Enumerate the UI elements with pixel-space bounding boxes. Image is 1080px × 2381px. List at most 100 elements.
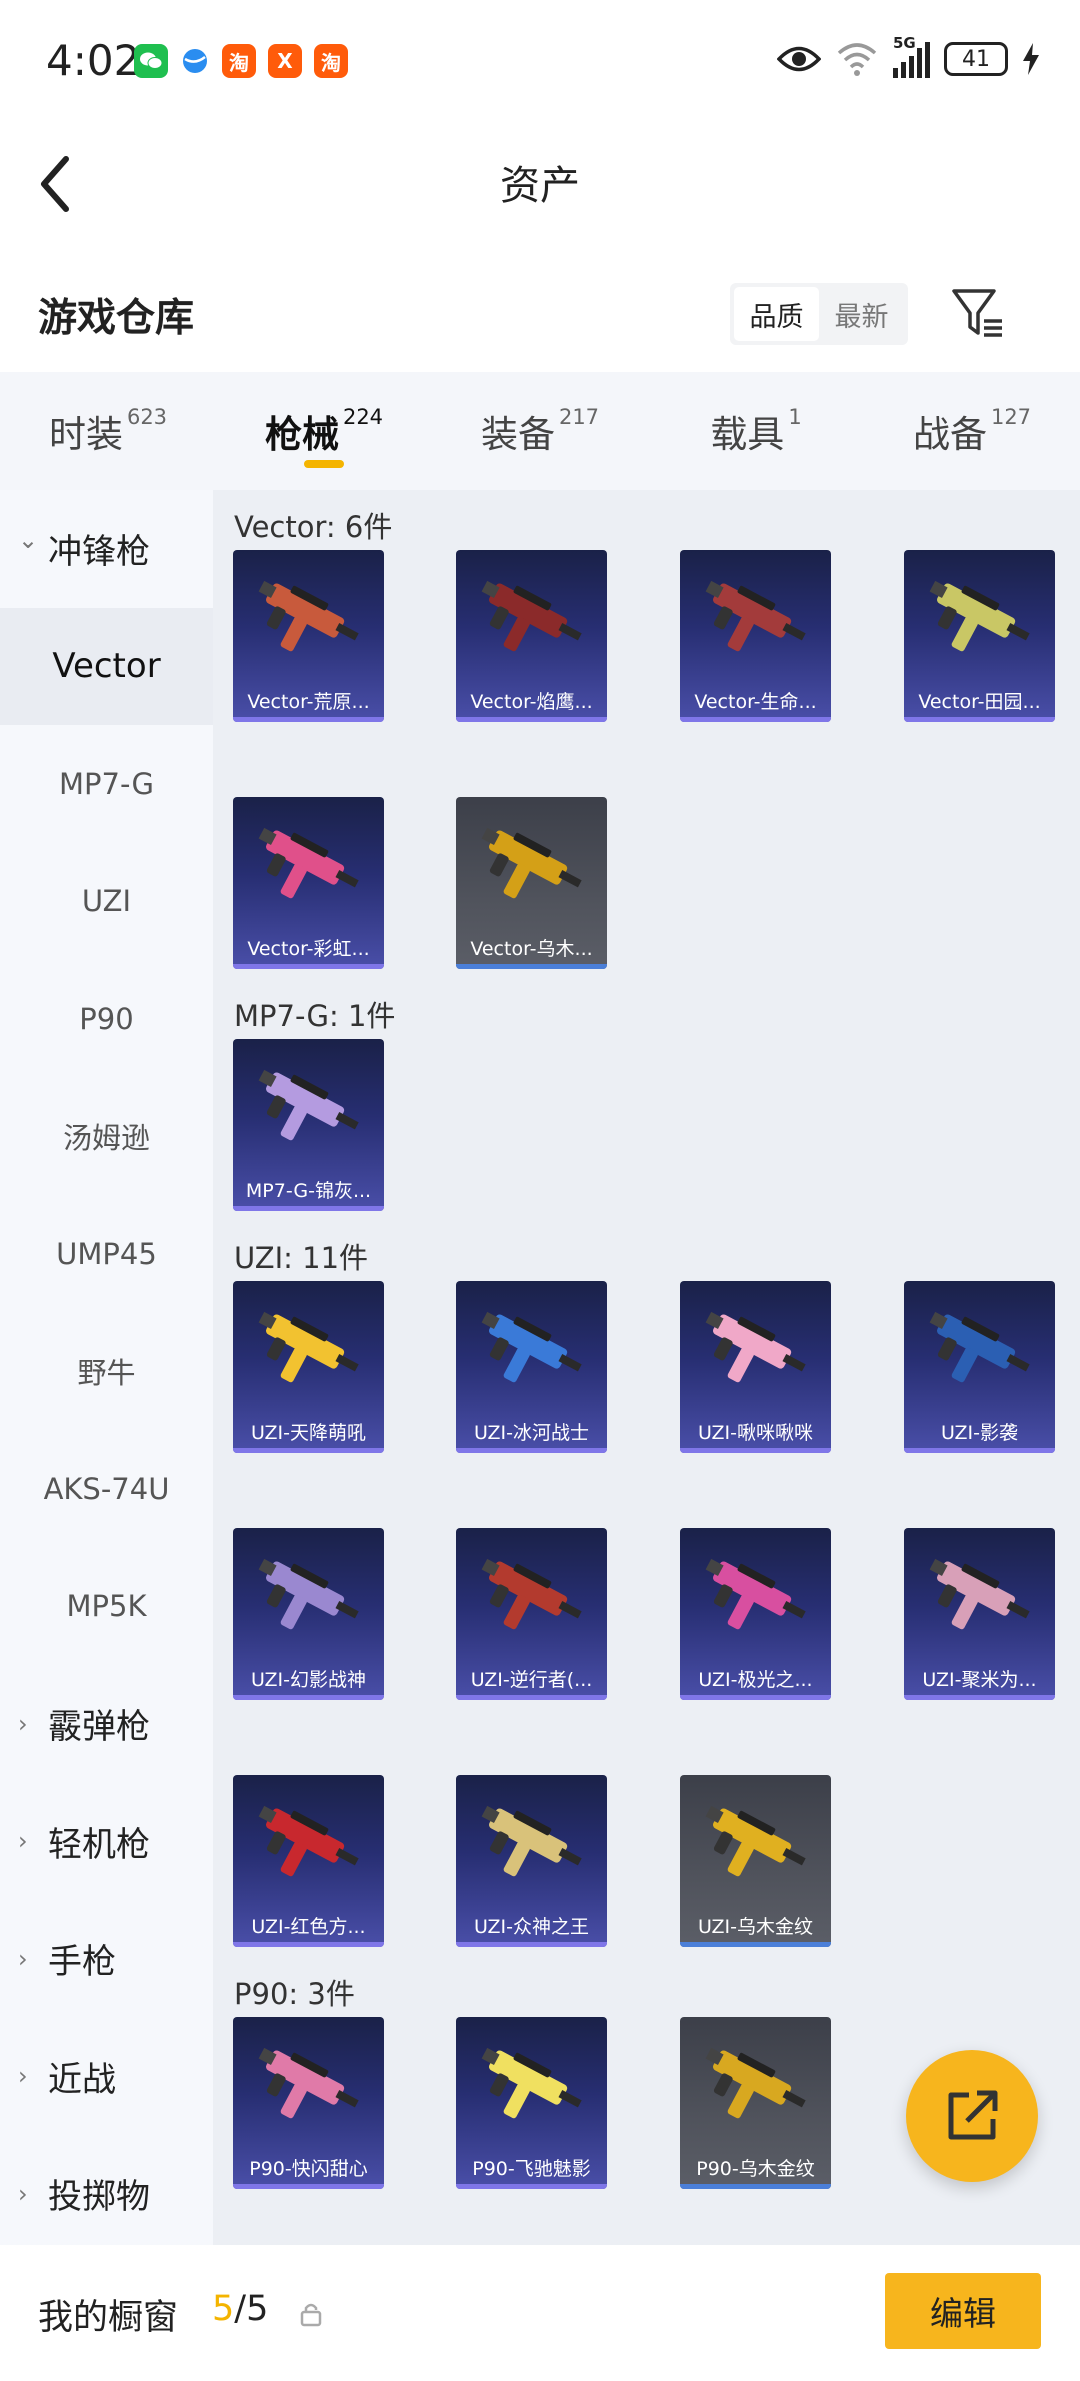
weapon-icon (929, 1311, 1030, 1383)
filter-icon[interactable] (950, 285, 1006, 341)
signal-bar (925, 42, 930, 78)
charging-icon (1023, 43, 1039, 75)
tab-2[interactable]: 装备 217 (432, 372, 648, 490)
sidebar-group[interactable]: › 近战 (0, 2018, 213, 2136)
section-title: UZI: 11件 (234, 1241, 369, 1275)
tab-4[interactable]: 战备 127 (864, 372, 1080, 490)
weapon-icon (705, 1311, 806, 1383)
weapon-tile[interactable]: UZI-逆行者(... (456, 1528, 607, 1700)
sidebar-item-label: 轻机枪 (48, 1824, 150, 1865)
sidebar-item[interactable]: UZI (0, 843, 213, 961)
weapon-tile[interactable]: UZI-天降萌吼 (233, 1281, 384, 1453)
weapon-name: UZI-极光之... (698, 1669, 813, 1691)
weapon-name: UZI-红色方... (251, 1916, 366, 1938)
weapon-name: UZI-众神之王 (473, 1916, 590, 1938)
sidebar-item[interactable]: Vector (0, 607, 213, 725)
weapon-tile[interactable]: P90-乌木金纹 (680, 2017, 831, 2189)
rarity-bar (233, 1448, 384, 1453)
weapon-name: P90-飞驰魅影 (472, 2158, 591, 2180)
weapon-name: UZI-啾咪啾咪 (697, 1422, 814, 1444)
sidebar-group[interactable]: › 手枪 (0, 1900, 213, 2018)
weapon-tile[interactable]: Vector-生命... (680, 550, 831, 722)
sidebar-item[interactable]: AKS-74U (0, 1430, 213, 1548)
weapon-icon (258, 1311, 359, 1383)
sidebar-item[interactable]: MP5K (0, 1548, 213, 1666)
rarity-bar (456, 1448, 607, 1453)
weapon-tile[interactable]: P90-飞驰魅影 (456, 2017, 607, 2189)
weapon-name: Vector-乌木... (470, 938, 593, 960)
share-icon (948, 2090, 998, 2140)
wechat-icon (134, 44, 168, 78)
sort-option-quality[interactable]: 品质 (734, 287, 819, 341)
weapon-icon (481, 1805, 582, 1877)
weapon-tile[interactable]: UZI-聚米为... (904, 1528, 1055, 1700)
tab-3[interactable]: 载具 1 (648, 372, 864, 490)
weapon-icon (258, 1805, 359, 1877)
weapon-name: Vector-荒原... (247, 691, 370, 713)
weapon-tile[interactable]: UZI-冰河战士 (456, 1281, 607, 1453)
signal-bar (901, 62, 906, 78)
sidebar-group[interactable]: › 投掷物 (0, 2135, 213, 2253)
weapon-tile[interactable]: Vector-焰鹰... (456, 550, 607, 722)
weapon-tile[interactable]: UZI-红色方... (233, 1775, 384, 1947)
weapon-icon (481, 827, 582, 899)
weapon-icon (481, 1311, 582, 1383)
tab-count: 217 (558, 405, 600, 429)
weapon-tile[interactable]: P90-快闪甜心 (233, 2017, 384, 2189)
showcase-total: 5 (246, 2289, 269, 2329)
weapon-tile[interactable]: UZI-幻影战神 (233, 1528, 384, 1700)
sidebar-item[interactable]: P90 (0, 960, 213, 1078)
weapon-icon (258, 580, 359, 652)
weapon-name: UZI-逆行者(... (470, 1669, 593, 1691)
status-bar: 4:02 淘 X 淘 5G 41 (0, 0, 1080, 125)
sidebar-item-label: MP7-G (59, 766, 154, 801)
system-icons: 5G 41 (777, 34, 1040, 78)
tab-1[interactable]: 枪械 224 (216, 372, 432, 490)
sidebar-item-label: AKS-74U (43, 1471, 170, 1506)
section-title: Vector: 6件 (234, 510, 393, 544)
weapon-name: UZI-冰河战士 (473, 1422, 590, 1444)
weapon-tile[interactable]: Vector-田园... (904, 550, 1055, 722)
weapon-tile[interactable]: Vector-彩虹... (233, 797, 384, 969)
share-button[interactable] (906, 2050, 1038, 2182)
sidebar-group[interactable]: › 霰弹枪 (0, 1665, 213, 1783)
weapon-icon (705, 1558, 806, 1630)
tab-count: 1 (788, 405, 802, 429)
rarity-bar (233, 1942, 384, 1947)
rarity-bar (233, 2184, 384, 2189)
weapon-icon (929, 580, 1030, 652)
sidebar-item[interactable]: UMP45 (0, 1195, 213, 1313)
signal-bar (893, 68, 898, 78)
rarity-bar (680, 2184, 831, 2189)
sidebar-item[interactable]: 野牛 (0, 1313, 213, 1431)
weapon-icon (705, 580, 806, 652)
sidebar-item[interactable]: MP7-G (0, 725, 213, 843)
edit-button[interactable]: 编辑 (885, 2273, 1041, 2349)
category-tabs: 时装 623 枪械 224 装备 217 载具 1 战备 127 (0, 372, 1080, 490)
sort-toggle: 品质 最新 (730, 283, 908, 345)
weapon-tile[interactable]: UZI-极光之... (680, 1528, 831, 1700)
eye-icon (777, 46, 821, 72)
warehouse-title: 游戏仓库 (38, 296, 195, 341)
status-time: 4:02 (46, 36, 141, 85)
weapon-name: Vector-田园... (918, 691, 1041, 713)
weapon-tile[interactable]: Vector-乌木... (456, 797, 607, 969)
weapon-tile[interactable]: UZI-众神之王 (456, 1775, 607, 1947)
weapon-tile[interactable]: Vector-荒原... (233, 550, 384, 722)
tab-0[interactable]: 时装 623 (0, 372, 216, 490)
weapon-tile[interactable]: MP7-G-锦灰... (233, 1039, 384, 1211)
sort-option-newest[interactable]: 最新 (819, 287, 904, 341)
weapon-tile[interactable]: UZI-啾咪啾咪 (680, 1281, 831, 1453)
sidebar-group[interactable]: › 轻机枪 (0, 1783, 213, 1901)
signal-bar (917, 48, 922, 78)
weapon-tile[interactable]: UZI-影袭 (904, 1281, 1055, 1453)
sidebar-item[interactable]: 汤姆逊 (0, 1078, 213, 1196)
showcase-bar: 我的橱窗 5/5 编辑 (0, 2245, 1080, 2381)
weapon-icon (481, 580, 582, 652)
weapon-icon (258, 2047, 359, 2119)
weapon-icon (258, 1069, 359, 1141)
sidebar-group[interactable]: ⌄ 冲锋枪 (0, 490, 213, 608)
weapon-tile[interactable]: UZI-乌木金纹 (680, 1775, 831, 1947)
tab-label: 时装 (48, 413, 123, 456)
rarity-bar (233, 964, 384, 969)
